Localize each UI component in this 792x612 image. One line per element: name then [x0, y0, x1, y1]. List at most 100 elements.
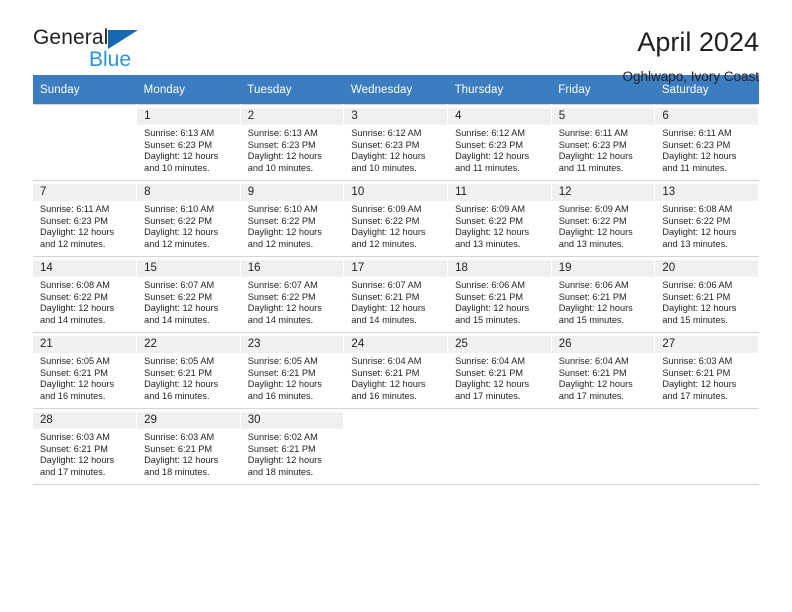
day-number: 24: [344, 336, 448, 353]
day-cell[interactable]: 18 Sunrise: 6:06 AM Sunset: 6:21 PM Dayl…: [447, 256, 552, 333]
day-cell[interactable]: 12 Sunrise: 6:09 AM Sunset: 6:22 PM Dayl…: [551, 180, 656, 257]
day-number: 29: [137, 412, 240, 429]
day-number: 9: [240, 184, 344, 201]
day-cell[interactable]: 19 Sunrise: 6:06 AM Sunset: 6:21 PM Dayl…: [551, 256, 656, 333]
day-number: 26: [551, 336, 655, 353]
sunrise-text: Sunrise: 6:11 AM: [662, 128, 732, 138]
day-cell[interactable]: 7 Sunrise: 6:11 AM Sunset: 6:23 PM Dayli…: [33, 180, 138, 257]
day-cell[interactable]: 20 Sunrise: 6:06 AM Sunset: 6:21 PM Dayl…: [654, 256, 759, 333]
day-number: 19: [551, 260, 655, 277]
day-details: Sunrise: 6:11 AM Sunset: 6:23 PM Dayligh…: [40, 204, 130, 250]
sunrise-text: Sunrise: 6:11 AM: [558, 128, 628, 138]
daylight-text-line1: Daylight: 12 hours: [455, 227, 530, 238]
calendar-body: 1 Sunrise: 6:13 AM Sunset: 6:23 PM Dayli…: [33, 104, 759, 485]
day-details: Sunrise: 6:13 AM Sunset: 6:23 PM Dayligh…: [144, 128, 234, 174]
daylight-text-line2: and 14 minutes.: [40, 314, 106, 325]
sunset-text: Sunset: 6:23 PM: [351, 139, 420, 150]
sunrise-text: Sunrise: 6:09 AM: [558, 204, 629, 214]
daylight-text-line2: and 18 minutes.: [247, 466, 314, 477]
page-subtitle: Oghlwapo, Ivory Coast: [622, 69, 759, 84]
day-cell[interactable]: [343, 408, 449, 485]
day-number: 6: [655, 108, 758, 125]
day-cell[interactable]: 3 Sunrise: 6:12 AM Sunset: 6:23 PM Dayli…: [343, 104, 449, 181]
day-details: Sunrise: 6:10 AM Sunset: 6:22 PM Dayligh…: [248, 204, 338, 250]
page-title: April 2024: [637, 27, 759, 57]
day-cell[interactable]: 14 Sunrise: 6:08 AM Sunset: 6:22 PM Dayl…: [33, 256, 138, 333]
daylight-text-line2: and 10 minutes.: [351, 162, 417, 173]
daylight-text-line2: and 18 minutes.: [144, 466, 210, 477]
sunset-text: Sunset: 6:21 PM: [247, 443, 316, 454]
daylight-text-line1: Daylight: 12 hours: [40, 379, 115, 390]
day-number: 18: [448, 260, 551, 277]
daylight-text-line1: Daylight: 12 hours: [455, 151, 530, 162]
day-number: 13: [655, 184, 758, 201]
daylight-text-line2: and 14 minutes.: [351, 314, 417, 325]
day-cell[interactable]: [654, 408, 759, 485]
title-block: April 2024 Oghlwapo, Ivory Coast: [622, 26, 759, 85]
day-details: Sunrise: 6:12 AM Sunset: 6:23 PM Dayligh…: [455, 128, 545, 174]
day-cell[interactable]: 8 Sunrise: 6:10 AM Sunset: 6:22 PM Dayli…: [136, 180, 241, 257]
day-cell[interactable]: 2 Sunrise: 6:13 AM Sunset: 6:23 PM Dayli…: [240, 104, 345, 181]
day-cell[interactable]: 30 Sunrise: 6:02 AM Sunset: 6:21 PM Dayl…: [240, 408, 345, 485]
day-number: 10: [344, 184, 448, 201]
sunrise-text: Sunrise: 6:08 AM: [40, 280, 110, 290]
daylight-text-line2: and 13 minutes.: [455, 238, 521, 249]
day-cell[interactable]: 24 Sunrise: 6:04 AM Sunset: 6:21 PM Dayl…: [343, 332, 449, 409]
day-cell[interactable]: 6 Sunrise: 6:11 AM Sunset: 6:23 PM Dayli…: [654, 104, 759, 181]
day-cell[interactable]: 15 Sunrise: 6:07 AM Sunset: 6:22 PM Dayl…: [136, 256, 241, 333]
day-cell[interactable]: 22 Sunrise: 6:05 AM Sunset: 6:21 PM Dayl…: [136, 332, 241, 409]
day-cell[interactable]: 4 Sunrise: 6:12 AM Sunset: 6:23 PM Dayli…: [447, 104, 552, 181]
day-cell[interactable]: 28 Sunrise: 6:03 AM Sunset: 6:21 PM Dayl…: [33, 408, 138, 485]
day-cell[interactable]: 26 Sunrise: 6:04 AM Sunset: 6:21 PM Dayl…: [551, 332, 656, 409]
day-details: Sunrise: 6:11 AM Sunset: 6:23 PM Dayligh…: [559, 128, 649, 174]
day-cell[interactable]: [33, 104, 138, 181]
sunrise-text: Sunrise: 6:04 AM: [455, 356, 526, 366]
day-details: Sunrise: 6:02 AM Sunset: 6:21 PM Dayligh…: [248, 432, 338, 478]
day-number: [655, 412, 758, 429]
sunrise-text: Sunrise: 6:06 AM: [662, 280, 733, 290]
sunset-text: Sunset: 6:22 PM: [144, 291, 213, 302]
day-cell[interactable]: 1 Sunrise: 6:13 AM Sunset: 6:23 PM Dayli…: [136, 104, 241, 181]
day-cell[interactable]: 29 Sunrise: 6:03 AM Sunset: 6:21 PM Dayl…: [136, 408, 241, 485]
day-details: Sunrise: 6:08 AM Sunset: 6:22 PM Dayligh…: [662, 204, 752, 250]
day-cell[interactable]: [551, 408, 656, 485]
day-cell[interactable]: 17 Sunrise: 6:07 AM Sunset: 6:21 PM Dayl…: [343, 256, 449, 333]
sunset-text: Sunset: 6:22 PM: [558, 215, 627, 226]
day-number: [448, 412, 551, 429]
daylight-text-line2: and 12 minutes.: [40, 238, 106, 249]
day-number: [33, 108, 136, 125]
day-number: 28: [33, 412, 137, 429]
day-number: [552, 412, 655, 429]
day-cell[interactable]: 11 Sunrise: 6:09 AM Sunset: 6:22 PM Dayl…: [447, 180, 552, 257]
sunrise-text: Sunrise: 6:03 AM: [144, 432, 215, 442]
day-details: Sunrise: 6:04 AM Sunset: 6:21 PM Dayligh…: [351, 356, 441, 402]
day-details: Sunrise: 6:03 AM Sunset: 6:21 PM Dayligh…: [40, 432, 130, 478]
day-cell[interactable]: 23 Sunrise: 6:05 AM Sunset: 6:21 PM Dayl…: [240, 332, 345, 409]
day-cell[interactable]: 10 Sunrise: 6:09 AM Sunset: 6:22 PM Dayl…: [343, 180, 449, 257]
general-blue-logo[interactable]: General Blue: [33, 26, 183, 76]
day-cell[interactable]: 21 Sunrise: 6:05 AM Sunset: 6:21 PM Dayl…: [33, 332, 138, 409]
sunrise-text: Sunrise: 6:04 AM: [351, 356, 422, 366]
sunrise-text: Sunrise: 6:08 AM: [662, 204, 733, 214]
daylight-text-line2: and 10 minutes.: [144, 162, 210, 173]
day-cell[interactable]: [447, 408, 552, 485]
day-cell[interactable]: 16 Sunrise: 6:07 AM Sunset: 6:22 PM Dayl…: [240, 256, 345, 333]
daylight-text-line1: Daylight: 12 hours: [558, 151, 633, 162]
sunrise-text: Sunrise: 6:11 AM: [40, 204, 110, 214]
daylight-text-line2: and 15 minutes.: [558, 314, 625, 325]
day-cell[interactable]: 27 Sunrise: 6:03 AM Sunset: 6:21 PM Dayl…: [654, 332, 759, 409]
sunset-text: Sunset: 6:21 PM: [662, 367, 731, 378]
day-number: 4: [448, 108, 551, 125]
day-details: Sunrise: 6:03 AM Sunset: 6:21 PM Dayligh…: [144, 432, 234, 478]
sunset-text: Sunset: 6:22 PM: [247, 291, 316, 302]
sunset-text: Sunset: 6:21 PM: [558, 291, 627, 302]
day-cell[interactable]: 25 Sunrise: 6:04 AM Sunset: 6:21 PM Dayl…: [447, 332, 552, 409]
day-details: Sunrise: 6:03 AM Sunset: 6:21 PM Dayligh…: [662, 356, 752, 402]
sunrise-text: Sunrise: 6:03 AM: [40, 432, 110, 442]
sunset-text: Sunset: 6:23 PM: [662, 139, 731, 150]
day-cell[interactable]: 13 Sunrise: 6:08 AM Sunset: 6:22 PM Dayl…: [654, 180, 759, 257]
day-cell[interactable]: 5 Sunrise: 6:11 AM Sunset: 6:23 PM Dayli…: [551, 104, 656, 181]
day-details: Sunrise: 6:10 AM Sunset: 6:22 PM Dayligh…: [144, 204, 234, 250]
weekday-header-monday: Monday: [136, 75, 241, 105]
day-cell[interactable]: 9 Sunrise: 6:10 AM Sunset: 6:22 PM Dayli…: [240, 180, 345, 257]
